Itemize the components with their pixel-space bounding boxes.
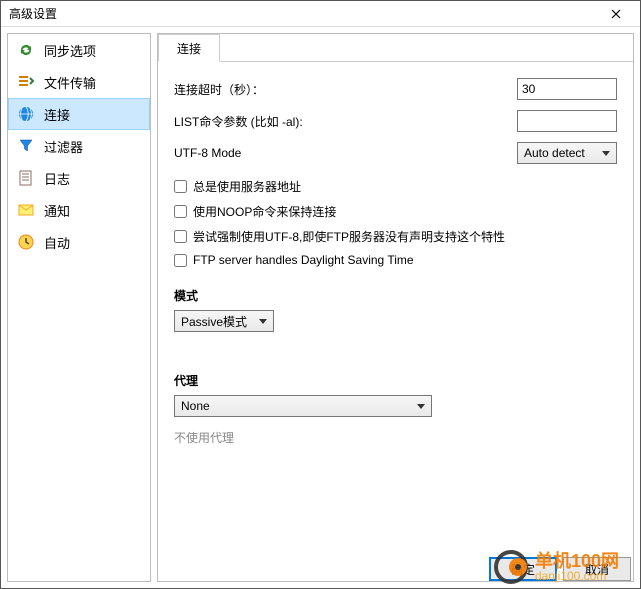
sidebar-item-auto[interactable]: 自动 (8, 226, 150, 258)
window: 高级设置 同步选项 文件传输 连接 过滤器 日 (0, 0, 641, 589)
sidebar-item-label: 同步选项 (44, 41, 96, 60)
chk-noop-box[interactable] (174, 205, 187, 218)
tab-connection[interactable]: 连接 (158, 34, 220, 62)
list-args-label: LIST命令参数 (比如 -al): (174, 113, 509, 130)
proxy-select[interactable]: None (174, 395, 432, 417)
mode-value: Passive模式 (181, 313, 247, 330)
chk-server-addr[interactable]: 总是使用服务器地址 (174, 178, 617, 195)
mode-select[interactable]: Passive模式 (174, 310, 274, 332)
window-title: 高级设置 (9, 5, 57, 22)
proxy-section-label: 代理 (174, 372, 617, 389)
sidebar-item-log[interactable]: 日志 (8, 162, 150, 194)
main-panel: 连接 连接超时（秒）： LIST命令参数 (比如 -al): UTF-8 Mod… (157, 33, 634, 582)
chk-force-utf8[interactable]: 尝试强制使用UTF-8,即使FTP服务器没有声明支持这个特性 (174, 228, 617, 245)
funnel-icon (16, 136, 36, 156)
chk-server-addr-box[interactable] (174, 180, 187, 193)
chk-noop-label: 使用NOOP命令来保持连接 (193, 203, 336, 220)
utf8-select[interactable]: Auto detect (517, 142, 617, 164)
sidebar-item-transfer[interactable]: 文件传输 (8, 66, 150, 98)
sidebar-item-label: 自动 (44, 233, 70, 252)
sidebar-item-label: 文件传输 (44, 73, 96, 92)
tabs: 连接 (158, 34, 633, 62)
chk-server-addr-label: 总是使用服务器地址 (193, 178, 301, 195)
chk-force-utf8-box[interactable] (174, 230, 187, 243)
close-icon (611, 9, 621, 19)
checkbox-group: 总是使用服务器地址 使用NOOP命令来保持连接 尝试强制使用UTF-8,即使FT… (174, 178, 617, 267)
clock-icon (16, 232, 36, 252)
mode-section-label: 模式 (174, 287, 617, 304)
timeout-label: 连接超时（秒）： (174, 81, 509, 98)
transfer-icon (16, 72, 36, 92)
log-icon (16, 168, 36, 188)
titlebar: 高级设置 (1, 1, 640, 27)
sidebar-item-sync[interactable]: 同步选项 (8, 34, 150, 66)
timeout-input[interactable] (517, 78, 617, 100)
chk-dst-box[interactable] (174, 254, 187, 267)
proxy-hint: 不使用代理 (174, 429, 617, 446)
utf8-label: UTF-8 Mode (174, 146, 509, 160)
body: 同步选项 文件传输 连接 过滤器 日志 通知 (1, 27, 640, 588)
row-utf8: UTF-8 Mode Auto detect (174, 142, 617, 164)
sidebar-item-label: 通知 (44, 201, 70, 220)
sidebar-item-filter[interactable]: 过滤器 (8, 130, 150, 162)
row-timeout: 连接超时（秒）： (174, 78, 617, 100)
footer: 确定 取消 (489, 557, 631, 581)
chk-noop[interactable]: 使用NOOP命令来保持连接 (174, 203, 617, 220)
proxy-value: None (181, 399, 210, 413)
ok-button[interactable]: 确定 (489, 557, 557, 581)
content: 连接超时（秒）： LIST命令参数 (比如 -al): UTF-8 Mode A… (158, 62, 633, 581)
sidebar-item-notify[interactable]: 通知 (8, 194, 150, 226)
utf8-value: Auto detect (524, 146, 585, 160)
globe-icon (16, 104, 36, 124)
close-button[interactable] (596, 2, 636, 26)
sync-icon (16, 40, 36, 60)
sidebar-item-connection[interactable]: 连接 (8, 98, 150, 130)
chk-force-utf8-label: 尝试强制使用UTF-8,即使FTP服务器没有声明支持这个特性 (193, 228, 505, 245)
cancel-button[interactable]: 取消 (563, 557, 631, 581)
row-list-args: LIST命令参数 (比如 -al): (174, 110, 617, 132)
chk-dst[interactable]: FTP server handles Daylight Saving Time (174, 253, 617, 267)
sidebar-item-label: 日志 (44, 169, 70, 188)
list-args-input[interactable] (517, 110, 617, 132)
mail-icon (16, 200, 36, 220)
chk-dst-label: FTP server handles Daylight Saving Time (193, 253, 414, 267)
sidebar-item-label: 连接 (44, 105, 70, 124)
sidebar: 同步选项 文件传输 连接 过滤器 日志 通知 (7, 33, 151, 582)
sidebar-item-label: 过滤器 (44, 137, 83, 156)
